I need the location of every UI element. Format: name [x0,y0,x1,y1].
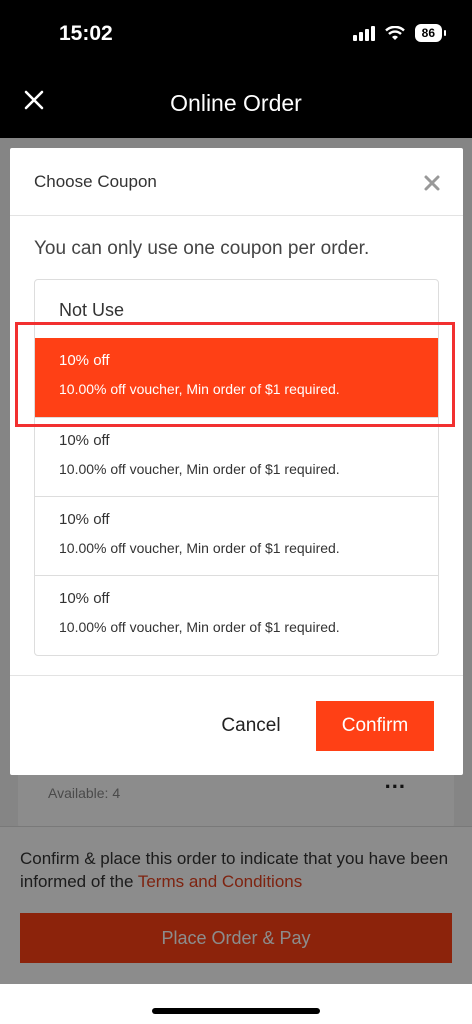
coupon-option[interactable]: 10% off 10.00% off voucher, Min order of… [35,496,438,575]
coupon-option[interactable]: 10% off 10.00% off voucher, Min order of… [35,338,438,417]
cancel-button[interactable]: Cancel [206,702,296,750]
coupon-option[interactable]: 10% off 10.00% off voucher, Min order of… [35,575,438,654]
coupon-hint: You can only use one coupon per order. [34,238,370,259]
coupon-description: 10.00% off voucher, Min order of $1 requ… [59,540,340,556]
home-area [0,984,472,1024]
coupon-title: 10% off [59,590,110,607]
top-bar: 15:02 86 Online Order [0,0,472,138]
signal-icon [352,25,375,41]
coupon-option[interactable]: 10% off 10.00% off voucher, Min order of… [35,417,438,496]
coupon-title: 10% off [59,352,110,369]
confirm-button[interactable]: Confirm [316,701,434,751]
coupon-description: 10.00% off voucher, Min order of $1 requ… [59,461,340,477]
choose-coupon-dialog: Choose Coupon You can only use one coupo… [10,148,463,775]
dialog-title: Choose Coupon [34,172,157,191]
wifi-icon [384,25,405,40]
coupon-description: 10.00% off voucher, Min order of $1 requ… [59,381,340,397]
coupon-description: 10.00% off voucher, Min order of $1 requ… [59,619,340,635]
coupon-title: 10% off [59,511,110,528]
home-indicator[interactable] [152,1008,320,1014]
status-icons: 86 [352,24,447,42]
page-title: Online Order [170,90,302,116]
dialog-divider [10,675,463,676]
status-time: 15:02 [59,22,113,45]
coupon-option-not-use[interactable]: Not Use [35,280,438,338]
coupon-list: Not Use 10% off 10.00% off voucher, Min … [34,279,439,656]
close-icon[interactable] [423,174,441,192]
dialog-header: Choose Coupon [10,148,463,216]
battery-indicator: 86 [414,24,447,42]
coupon-title: 10% off [59,432,110,449]
